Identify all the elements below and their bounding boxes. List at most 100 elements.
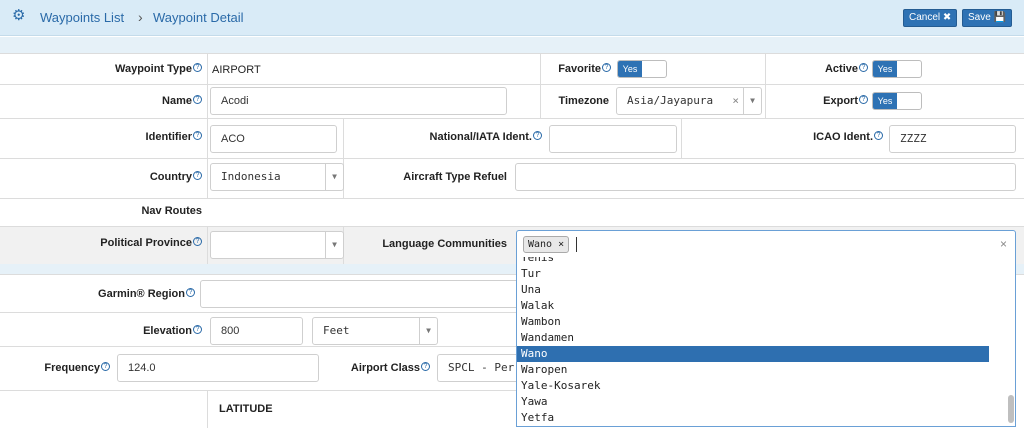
toggle-on-label: Yes bbox=[873, 61, 897, 77]
export-toggle[interactable]: Yes bbox=[872, 92, 922, 110]
section-spacer bbox=[0, 37, 1024, 53]
dropdown-scrollbar[interactable] bbox=[1008, 395, 1014, 423]
help-circle-icon[interactable]: ? bbox=[533, 131, 542, 140]
country-value: Indonesia bbox=[221, 170, 281, 183]
cancel-button-label: Cancel bbox=[909, 12, 941, 23]
save-button[interactable]: Save 💾 bbox=[962, 9, 1013, 27]
latitude-heading: LATITUDE bbox=[219, 403, 273, 415]
dropdown-option[interactable]: Tur bbox=[517, 266, 989, 282]
text-cursor bbox=[576, 237, 577, 252]
favorite-label: Favorite? bbox=[520, 63, 611, 75]
breadcrumb-waypoint-detail: Waypoint Detail bbox=[153, 10, 244, 25]
help-circle-icon[interactable]: ? bbox=[602, 63, 611, 72]
timezone-label: Timezone bbox=[558, 95, 609, 107]
language-communities-dropdown[interactable]: Yenis Tur Una Walak Wambon Wandamen Wano… bbox=[516, 257, 1016, 427]
help-circle-icon[interactable]: ? bbox=[193, 325, 202, 334]
help-circle-icon[interactable]: ? bbox=[421, 362, 430, 371]
chevron-down-icon[interactable]: ▼ bbox=[743, 88, 761, 114]
dropdown-option[interactable]: Yetfa bbox=[517, 410, 989, 426]
row-divider bbox=[0, 312, 516, 313]
aircraft-type-refuel-input[interactable] bbox=[515, 163, 1016, 191]
col-divider bbox=[765, 53, 766, 118]
waypoint-type-value: AIRPORT bbox=[212, 64, 261, 76]
dropdown-option[interactable]: Yenis bbox=[517, 257, 989, 266]
breadcrumb-waypoints-list[interactable]: Waypoints List bbox=[40, 10, 124, 25]
frequency-input[interactable]: 124.0 bbox=[117, 354, 319, 382]
col-divider bbox=[207, 226, 208, 264]
dropdown-option-highlighted[interactable]: Wano bbox=[517, 346, 989, 362]
elevation-label: Elevation? bbox=[60, 325, 202, 337]
political-province-select[interactable]: ▼ bbox=[210, 231, 344, 259]
breadcrumb-separator: › bbox=[138, 9, 143, 25]
country-select[interactable]: Indonesia ▼ bbox=[210, 163, 344, 191]
favorite-toggle[interactable]: Yes bbox=[617, 60, 667, 78]
language-communities-label: Language Communities bbox=[382, 238, 507, 250]
export-label: Export? bbox=[780, 95, 868, 107]
close-icon: ✖ bbox=[942, 12, 952, 23]
help-circle-icon[interactable]: ? bbox=[186, 288, 195, 297]
col-divider bbox=[207, 53, 208, 198]
dropdown-option[interactable]: Wambon bbox=[517, 314, 989, 330]
help-circle-icon[interactable]: ? bbox=[193, 63, 202, 72]
identifier-label: Identifier? bbox=[60, 131, 202, 143]
identifier-input[interactable]: ACO bbox=[210, 125, 337, 153]
col-divider bbox=[207, 390, 208, 428]
help-circle-icon[interactable]: ? bbox=[193, 171, 202, 180]
language-communities-multiselect[interactable]: Wano × × bbox=[516, 230, 1016, 258]
active-label: Active? bbox=[780, 63, 868, 75]
waypoint-type-label: Waypoint Type? bbox=[60, 63, 202, 75]
page-header: ⚙ Waypoints List › Waypoint Detail Cance… bbox=[0, 0, 1024, 36]
nav-routes-label: Nav Routes bbox=[141, 205, 202, 217]
dropdown-option[interactable]: Waropen bbox=[517, 362, 989, 378]
icao-input[interactable]: ZZZZ bbox=[889, 125, 1016, 153]
selected-tag: Wano × bbox=[523, 236, 570, 253]
timezone-select[interactable]: Asia/Jayapura × ▼ bbox=[616, 87, 762, 115]
save-icon: 💾 bbox=[993, 12, 1007, 23]
help-circle-icon[interactable]: ? bbox=[193, 237, 202, 246]
name-input[interactable]: Acodi bbox=[210, 87, 507, 115]
help-circle-icon[interactable]: ? bbox=[101, 362, 110, 371]
elevation-input[interactable]: 800 bbox=[210, 317, 303, 345]
airport-class-label: Airport Class? bbox=[330, 362, 430, 374]
save-button-label: Save bbox=[968, 12, 991, 23]
active-toggle[interactable]: Yes bbox=[872, 60, 922, 78]
row-divider bbox=[0, 53, 1024, 54]
close-icon[interactable]: × bbox=[1000, 237, 1007, 251]
help-circle-icon[interactable]: ? bbox=[193, 131, 202, 140]
chevron-down-icon[interactable]: ▼ bbox=[325, 164, 343, 190]
elevation-unit-select[interactable]: Feet ▼ bbox=[312, 317, 438, 345]
elevation-unit-value: Feet bbox=[323, 324, 350, 337]
row-divider bbox=[0, 390, 516, 391]
gear-icon[interactable]: ⚙ bbox=[12, 8, 28, 24]
garmin-region-label: Garmin® Region? bbox=[40, 288, 195, 300]
airport-class-select[interactable]: SPCL - Per bbox=[437, 354, 527, 382]
dropdown-option[interactable]: Wandamen bbox=[517, 330, 989, 346]
help-circle-icon[interactable]: ? bbox=[859, 95, 868, 104]
toggle-on-label: Yes bbox=[873, 93, 897, 109]
row-divider bbox=[0, 118, 1024, 119]
cancel-button[interactable]: Cancel ✖ bbox=[903, 9, 958, 27]
dropdown-option[interactable]: Yawa bbox=[517, 394, 989, 410]
help-circle-icon[interactable]: ? bbox=[193, 95, 202, 104]
row-divider bbox=[0, 158, 1024, 159]
row-divider bbox=[0, 198, 1024, 199]
row-divider bbox=[0, 226, 1024, 227]
name-label: Name? bbox=[60, 95, 202, 107]
national-iata-input[interactable] bbox=[549, 125, 677, 153]
row-divider bbox=[0, 84, 1024, 85]
close-icon[interactable]: × bbox=[558, 239, 564, 250]
dropdown-option[interactable]: Walak bbox=[517, 298, 989, 314]
national-iata-label: National/IATA Ident.? bbox=[360, 131, 542, 143]
help-circle-icon[interactable]: ? bbox=[874, 131, 883, 140]
timezone-value: Asia/Jayapura bbox=[627, 94, 714, 107]
help-circle-icon[interactable]: ? bbox=[859, 63, 868, 72]
aircraft-type-refuel-label: Aircraft Type Refuel bbox=[403, 171, 507, 183]
dropdown-option[interactable]: Una bbox=[517, 282, 989, 298]
chevron-down-icon[interactable]: ▼ bbox=[419, 318, 437, 344]
close-icon[interactable]: × bbox=[732, 88, 739, 114]
dropdown-option[interactable]: Yale-Kosarek bbox=[517, 378, 989, 394]
garmin-region-input[interactable] bbox=[200, 280, 520, 308]
chevron-down-icon[interactable]: ▼ bbox=[325, 232, 343, 258]
political-province-label: Political Province? bbox=[40, 237, 202, 249]
frequency-label: Frequency? bbox=[10, 362, 110, 374]
